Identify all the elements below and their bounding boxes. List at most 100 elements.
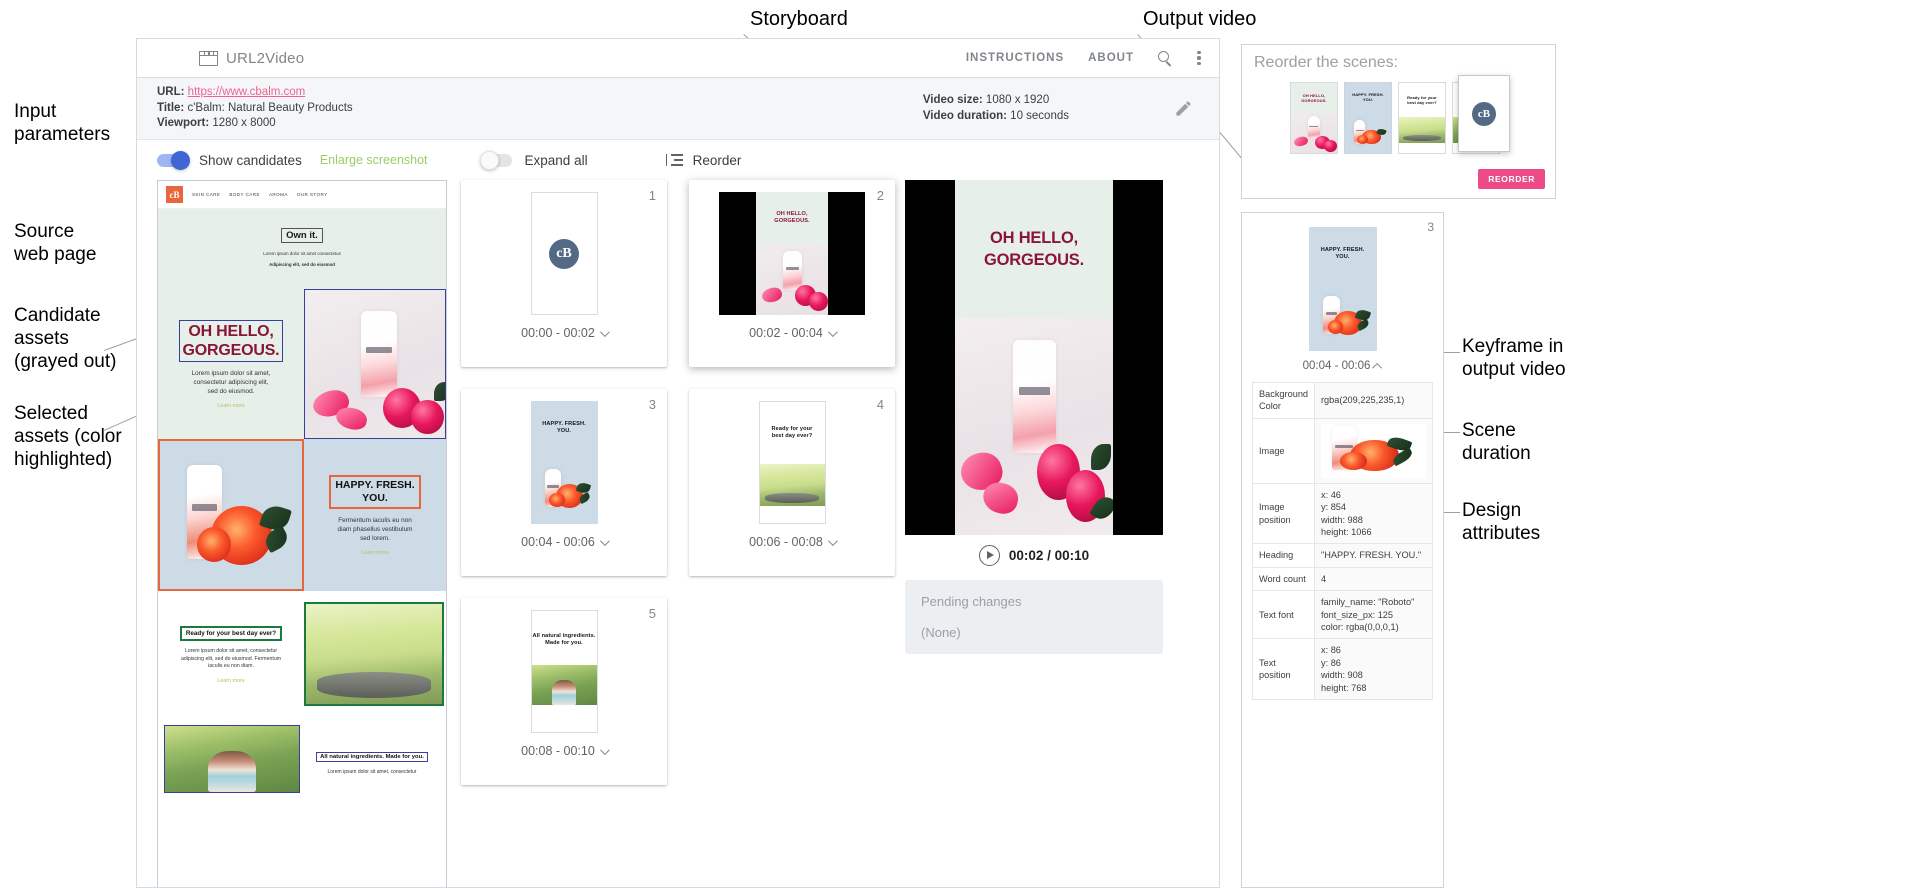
attribute-row-image: Image (1252, 417, 1433, 484)
video-meta: Video size: 1080 x 1920 Video duration: … (923, 93, 1199, 124)
scene-duration-text: 00:02 - 00:04 (749, 326, 823, 340)
candidate-asset-image-woman-forest (164, 725, 300, 793)
reorder-card-1[interactable]: OH HELLO, GORGEOUS. (1290, 82, 1338, 154)
show-candidates-toggle[interactable] (157, 150, 190, 170)
attribute-row-text-position: Text position x: 86 y: 86 width: 908 hei… (1252, 638, 1433, 701)
webpage-hero-line1: Lorem ipsum dolor sit amet consectetus (263, 251, 341, 256)
attribute-value: x: 46 y: 854 width: 988 height: 1066 (1314, 482, 1433, 545)
attribute-image-preview (1321, 423, 1426, 478)
chevron-down-icon[interactable] (599, 744, 610, 755)
attribute-value-image (1314, 417, 1433, 484)
annotation-source-web-page: Source web page (14, 221, 97, 265)
design-attributes-table: Background Color rgba(209,225,235,1) Ima… (1252, 382, 1433, 701)
viewport-label: Viewport: (157, 117, 210, 130)
video-size-value: 1080 x 1920 (985, 93, 1050, 106)
annotation-input-parameters: Input parameters (14, 101, 111, 145)
attribute-row-image-position: Image position x: 46 y: 854 width: 988 h… (1252, 482, 1433, 545)
attribute-key: Heading (1252, 543, 1315, 568)
storyboard-card-1[interactable]: 1 cB 00:00 - 00:02 (461, 180, 667, 367)
expand-all-toggle[interactable] (479, 150, 512, 170)
scene-duration[interactable]: 00:04 - 00:06 (521, 535, 610, 549)
app-bar: URL2Video INSTRUCTIONS ABOUT (137, 39, 1219, 78)
nav-instructions[interactable]: INSTRUCTIONS (966, 52, 1064, 64)
chevron-down-icon[interactable] (599, 535, 610, 546)
scene-duration[interactable]: 00:04 - 00:06 (1242, 360, 1443, 373)
video-duration-label: Video duration: (922, 109, 1007, 122)
pending-changes-panel: Pending changes (None) (905, 580, 1163, 654)
pencil-icon[interactable] (1174, 99, 1193, 118)
scene-keyframe-heading: Ready for your best day ever? (771, 426, 813, 440)
scene-number: 4 (876, 397, 884, 412)
scene-duration[interactable]: 00:02 - 00:04 (749, 326, 838, 340)
chevron-up-icon[interactable] (1372, 362, 1383, 373)
scene-duration-text: 00:04 - 00:06 (521, 535, 595, 549)
attribute-row-background-color: Background Color rgba(209,225,235,1) (1252, 382, 1433, 419)
webpage-logo-text: cB (169, 189, 180, 200)
scene-keyframe-heading: OH HELLO, GORGEOUS. (774, 210, 810, 224)
chevron-down-icon[interactable] (827, 326, 838, 337)
storyboard-card-5[interactable]: 5 All natural ingredients. Made for you.… (461, 598, 667, 785)
storyboard-card-3[interactable]: 3 HAPPY. FRESH. YOU. 00:04 - 00:06 (461, 389, 667, 576)
scene-keyframe-thumbnail[interactable]: cB (530, 192, 598, 315)
storyboard-card-4[interactable]: 4 Ready for your best day ever? 00:06 - … (689, 389, 895, 576)
attribute-key: Image (1252, 417, 1315, 484)
source-web-page-screenshot[interactable]: cB SKIN CARE BODY CARE AROMA OUR STORY O… (157, 180, 447, 887)
search-icon[interactable] (1158, 50, 1173, 66)
scene-keyframe-heading: All natural ingredients. Made for you. (532, 633, 596, 647)
scene-duration[interactable]: 00:00 - 00:02 (521, 326, 610, 340)
webpage-nav-item: AROMA (268, 192, 288, 197)
candidate-asset-heading-oh-hello: OH HELLO, GORGEOUS. (178, 319, 284, 362)
scene-keyframe-thumbnail[interactable]: All natural ingredients. Made for you. (530, 610, 598, 733)
chevron-down-icon[interactable] (827, 535, 838, 546)
reorder-confirm-button[interactable]: REORDER (1478, 169, 1545, 189)
webpage-s2-link[interactable]: Learn more (217, 403, 245, 409)
webpage-s5-body: Lorem ipsum dolor sit amet, consectetur (327, 768, 417, 775)
attribute-key: Background Color (1252, 382, 1315, 419)
workspace-columns: cB SKIN CARE BODY CARE AROMA OUR STORY O… (137, 180, 1219, 887)
attribute-key: Word count (1252, 566, 1315, 592)
webpage-section-4: Ready for your best day ever? Lorem ipsu… (158, 591, 446, 719)
annotation-storyboard: Storyboard (750, 8, 848, 30)
play-icon[interactable] (978, 545, 1000, 566)
reorder-card-3[interactable]: Ready for your best day ever? (1398, 82, 1446, 154)
reorder-card-heading: HAPPY. FRESH. YOU. (1352, 92, 1384, 103)
scene-keyframe-thumbnail[interactable]: OH HELLO, GORGEOUS. (719, 192, 865, 315)
scene-duration[interactable]: 00:06 - 00:08 (749, 535, 838, 549)
video-timecode: 00:02 / 00:10 (1008, 548, 1090, 563)
video-image (955, 318, 1113, 535)
nav-about[interactable]: ABOUT (1088, 52, 1134, 64)
input-parameters-bar: URL: https://www.cbalm.com Title: c'Balm… (137, 78, 1219, 140)
scene-duration-text: 00:08 - 00:10 (521, 744, 595, 758)
scene-keyframe-thumbnail[interactable]: Ready for your best day ever? (758, 401, 826, 524)
source-web-page-column: cB SKIN CARE BODY CARE AROMA OUR STORY O… (137, 180, 447, 887)
scene-keyframe-thumbnail[interactable]: HAPPY. FRESH. YOU. (530, 401, 598, 524)
scene-keyframe-thumbnail[interactable]: HAPPY. FRESH. YOU. (1308, 227, 1377, 351)
app-title: URL2Video (226, 49, 305, 67)
kebab-menu-icon[interactable] (1197, 50, 1201, 66)
annotation-selected-assets: Selected assets (color highlighted) (14, 403, 122, 470)
attribute-value: "HAPPY. FRESH. YOU." (1314, 543, 1433, 568)
webpage-hero: Own it. Lorem ipsum dolor sit amet conse… (158, 209, 446, 289)
reorder-card-heading: Ready for your best day ever? (1407, 95, 1437, 106)
reorder-card-2[interactable]: HAPPY. FRESH. YOU. (1344, 82, 1392, 154)
storyboard-card-2[interactable]: 2 OH HELLO, GORGEOUS. 00:02 - 00:04 (689, 180, 895, 367)
webpage-hero-line2: Adipiscing elit, sed do eiusmod (269, 262, 335, 267)
webpage-s3-link[interactable]: Learn more (361, 550, 389, 556)
title-label: Title: (157, 101, 185, 114)
chevron-down-icon[interactable] (599, 326, 610, 337)
annotation-design-attributes: Design attributes (1462, 500, 1541, 544)
enlarge-screenshot-link[interactable]: Enlarge screenshot (320, 153, 428, 167)
annotation-candidate-assets: Candidate assets (grayed out) (14, 305, 117, 372)
scene-number: 5 (648, 606, 656, 621)
webpage-s4-link[interactable]: Learn more (217, 678, 245, 684)
video-playback-controls: 00:02 / 00:10 (905, 545, 1163, 566)
reorder-dialog-title: Reorder the scenes: (1254, 54, 1399, 71)
output-video-column: OH HELLO, GORGEOUS. 00:02 / 00:10 Pendin… (895, 180, 1219, 887)
output-video-player[interactable]: OH HELLO, GORGEOUS. (905, 180, 1163, 535)
video-duration-value: 10 seconds (1010, 109, 1069, 122)
scene-duration[interactable]: 00:08 - 00:10 (521, 744, 610, 758)
scene-number: 3 (648, 397, 656, 412)
reorder-card-dragging[interactable]: cB (1458, 75, 1510, 152)
reorder-icon[interactable] (665, 153, 683, 167)
url-value-link[interactable]: https://www.cbalm.com (188, 86, 306, 98)
